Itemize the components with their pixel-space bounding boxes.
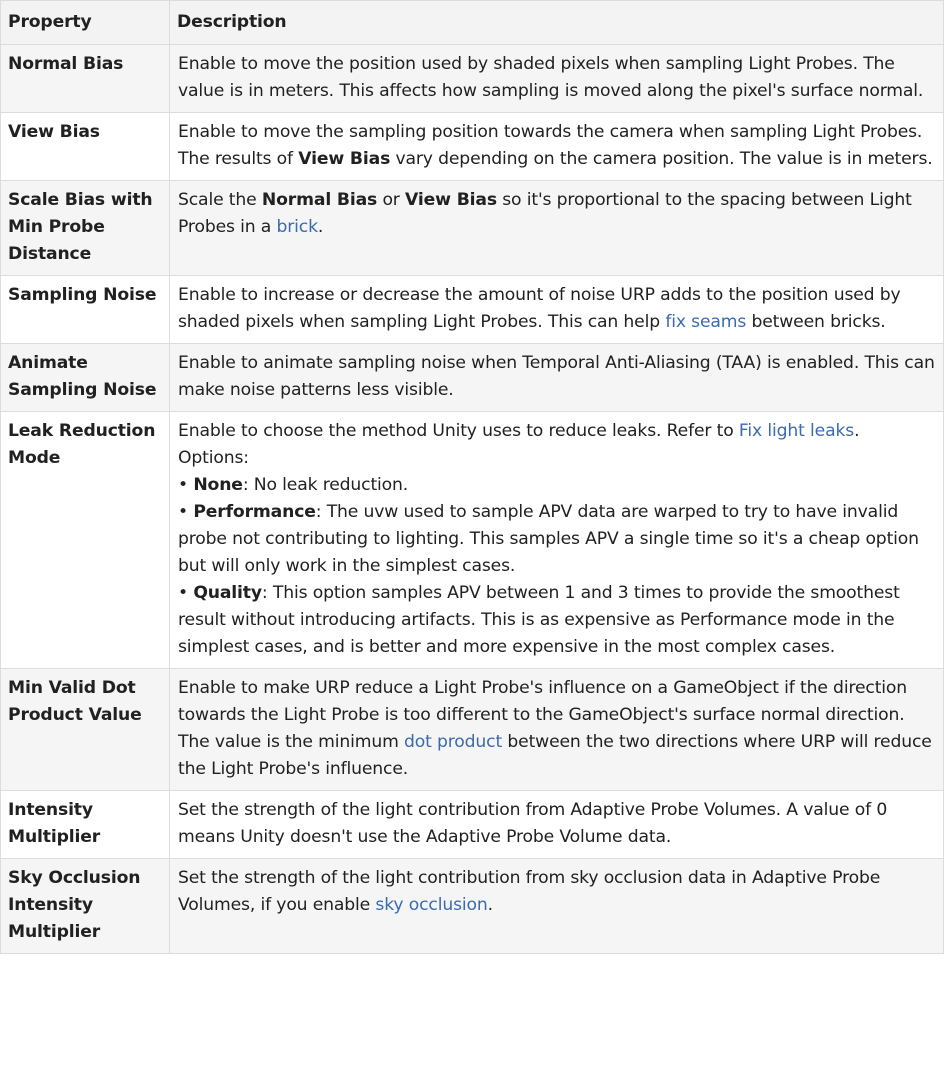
property-description: Enable to move the position used by shad… [169,44,944,113]
property-name: Intensity Multiplier [0,790,170,859]
property-description: Scale the Normal Bias or View Bias so it… [169,180,944,276]
bold-term: Normal Bias [261,190,378,210]
description-text: or [377,190,406,210]
bold-term: View Bias [298,149,391,169]
doc-link[interactable]: dot product [404,732,502,752]
table-row: Scale Bias with Min Probe Distance Scale … [0,180,944,276]
description-text: vary depending on the camera position. T… [390,149,933,169]
property-name: Leak Reduction Mode [0,411,170,669]
bold-term: None [193,475,243,495]
bold-term: View Bias [405,190,497,210]
property-description: Enable to make URP reduce a Light Probe'… [169,668,944,791]
description-text: Enable to choose the method Unity uses t… [178,421,739,441]
doc-link[interactable]: Fix light leaks [739,421,854,441]
table-row: Sky Occlusion Intensity Multiplier Set th… [0,858,944,954]
bold-term: Performance [193,502,316,522]
table-body: Normal Bias Enable to move the position u… [0,44,944,954]
description-text: • [178,583,194,603]
property-description: Enable to increase or decrease the amoun… [169,275,944,344]
column-header-description: Description [169,0,944,45]
property-name: Min Valid Dot Product Value [0,668,170,791]
property-name: Sampling Noise [0,275,170,344]
description-text: . [854,421,860,441]
doc-link[interactable]: brick [277,217,319,237]
table-row: Min Valid Dot Product Value Enable to mak… [0,668,944,791]
description-text: : This option samples APV between 1 and … [178,583,900,657]
description-text: between bricks. [746,312,886,332]
description-text: Enable to move the position used by shad… [178,54,924,101]
table-row: Normal Bias Enable to move the position u… [0,44,944,113]
description-text: Set the strength of the light contributi… [178,800,888,847]
doc-link[interactable]: fix seams [665,312,746,332]
property-description: Set the strength of the light contributi… [169,790,944,859]
description-text: • [178,502,194,522]
description-text: • [178,475,194,495]
description-text: . [317,217,324,237]
bold-term: Quality [193,583,262,603]
table-row: Sampling Noise Enable to increase or decr… [0,275,944,344]
property-name: Sky Occlusion Intensity Multiplier [0,858,170,954]
property-description: Set the strength of the light contributi… [169,858,944,954]
table-header-row: Property Description [0,0,944,45]
property-name: Normal Bias [0,44,170,113]
description-text: . [487,895,493,915]
property-name: View Bias [0,112,170,181]
property-description: Enable to animate sampling noise when Te… [169,343,944,412]
column-header-property: Property [0,0,170,45]
description-text: Scale the [178,190,262,210]
properties-table: Property Description Normal Bias Enable t… [0,0,944,954]
table-row: Animate Sampling Noise Enable to animate … [0,343,944,412]
doc-link[interactable]: sky occlusion [375,895,487,915]
description-text: : No leak reduction. [242,475,409,495]
table-row: Intensity Multiplier Set the strength of … [0,790,944,859]
table-row: Leak Reduction Mode Enable to choose the … [0,411,944,669]
description-text: Enable to animate sampling noise when Te… [178,353,935,400]
description-text: Set the strength of the light contributi… [178,868,881,915]
property-description: Enable to move the sampling position tow… [169,112,944,181]
table-row: View Bias Enable to move the sampling pos… [0,112,944,181]
property-name: Scale Bias with Min Probe Distance [0,180,170,276]
property-name: Animate Sampling Noise [0,343,170,412]
property-description: Enable to choose the method Unity uses t… [169,411,944,669]
description-text: Options: [178,448,249,468]
